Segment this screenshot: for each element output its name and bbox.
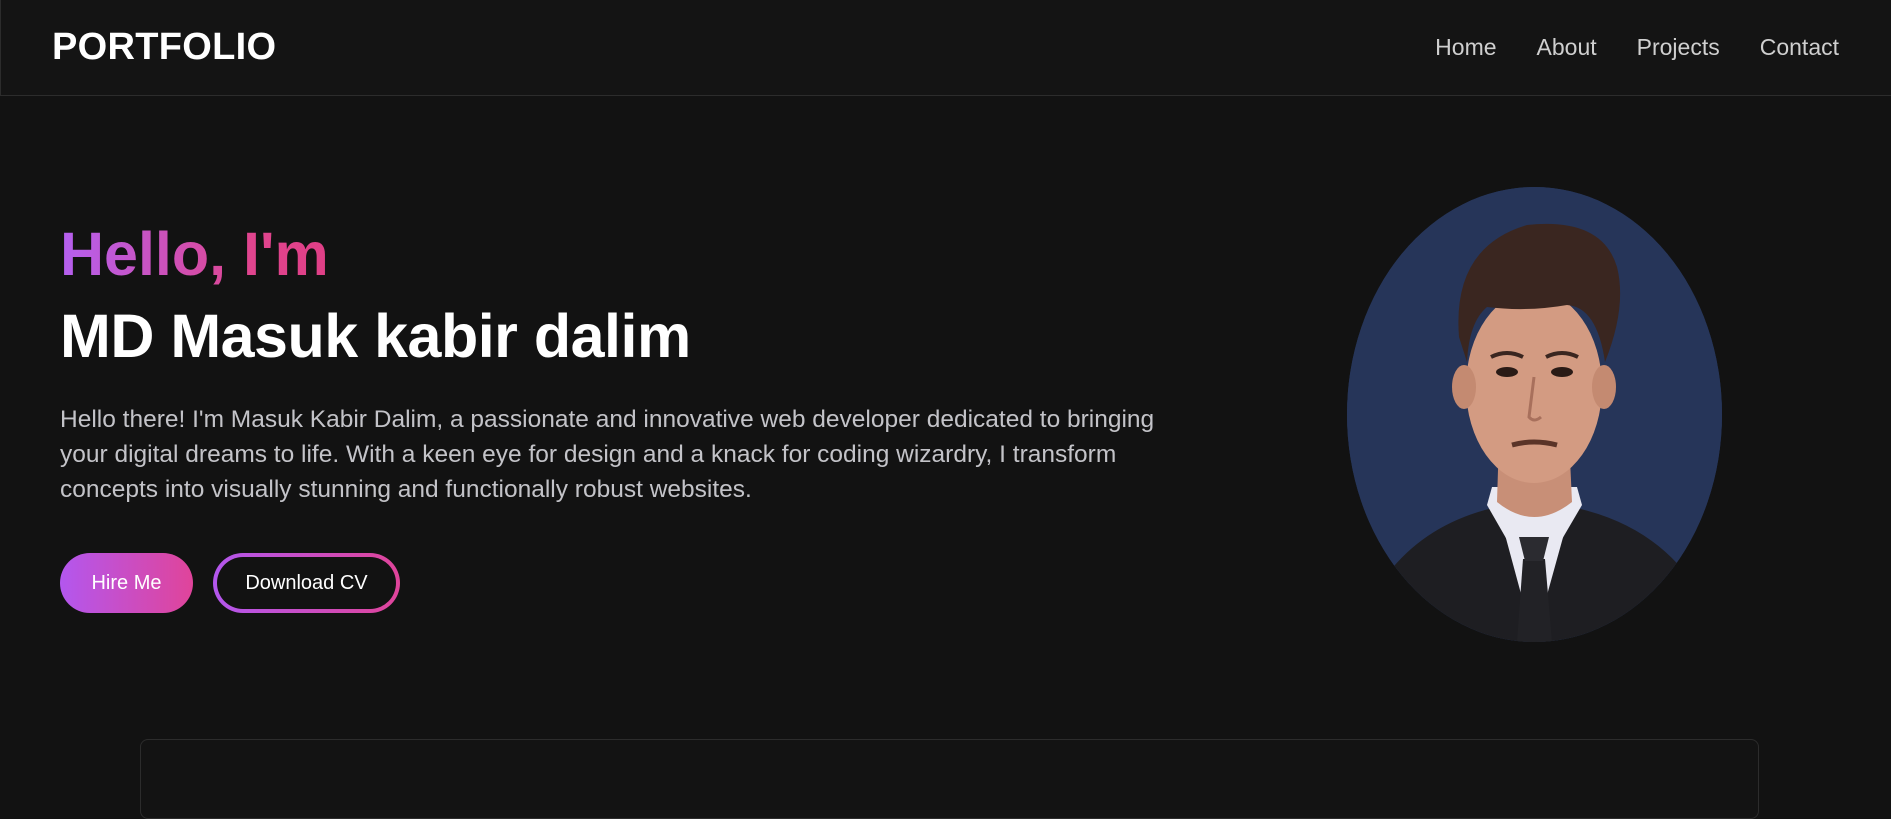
nav-link-about[interactable]: About — [1537, 34, 1597, 61]
brand-logo[interactable]: PORTFOLIO — [52, 26, 276, 69]
hero-bio: Hello there! I'm Masuk Kabir Dalim, a pa… — [60, 406, 1155, 503]
nav-link-projects[interactable]: Projects — [1637, 34, 1720, 61]
profile-photo — [1347, 187, 1722, 642]
nav-link-home[interactable]: Home — [1435, 34, 1496, 61]
nav-links: Home About Projects Contact — [1435, 34, 1839, 61]
profile-photo-icon — [1347, 187, 1722, 642]
hire-me-button[interactable]: Hire Me — [60, 553, 193, 613]
hero-name: MD Masuk kabir dalim — [60, 302, 691, 370]
hero-greeting: Hello, I'm — [60, 220, 329, 288]
download-cv-button[interactable]: Download CV — [213, 553, 400, 613]
nav-link-contact[interactable]: Contact — [1760, 34, 1839, 61]
hero-actions: Hire Me Download CV — [60, 553, 1200, 613]
navbar: PORTFOLIO Home About Projects Contact — [0, 0, 1891, 96]
content-card — [140, 739, 1759, 819]
hero-intro: Hello, I'm MD Masuk kabir dalim Hello th… — [60, 218, 1200, 613]
download-cv-label: Download CV — [217, 557, 396, 609]
